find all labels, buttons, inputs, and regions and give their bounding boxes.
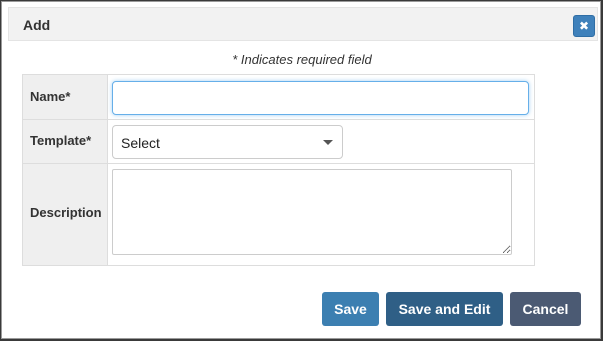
cancel-button[interactable]: Cancel [510, 292, 581, 326]
description-textarea[interactable] [112, 169, 512, 255]
add-dialog: Add ✖ * Indicates required field Name* T… [1, 1, 601, 339]
row-divider [23, 163, 534, 164]
template-select[interactable]: Select [112, 125, 343, 159]
dialog-title: Add [23, 17, 51, 33]
name-input[interactable] [112, 81, 529, 115]
description-label: Description [30, 205, 102, 220]
dialog-titlebar: Add ✖ [8, 7, 598, 41]
row-divider [23, 119, 534, 120]
save-and-edit-button[interactable]: Save and Edit [386, 292, 503, 326]
save-button[interactable]: Save [322, 292, 379, 326]
name-label: Name* [30, 89, 71, 104]
form-table: Name* Template* Select Description [22, 74, 535, 266]
required-field-note: * Indicates required field [232, 52, 372, 67]
template-selected-value: Select [121, 135, 160, 151]
close-button[interactable]: ✖ [573, 15, 595, 37]
template-label: Template* [30, 133, 92, 148]
caret-down-icon [323, 140, 333, 145]
close-icon: ✖ [578, 19, 590, 33]
